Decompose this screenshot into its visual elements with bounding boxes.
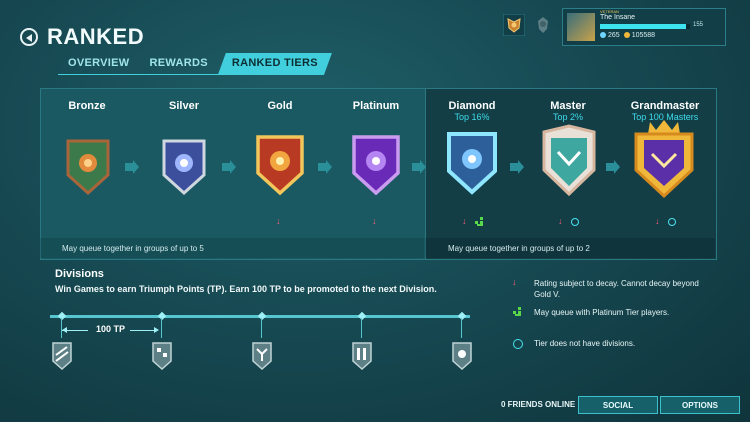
tier-sub-diamond: Top 16%: [454, 112, 490, 122]
decay-arrow-icon: ↓: [372, 216, 377, 226]
gems-count: 265: [608, 32, 620, 39]
chevron-right-icon: [125, 160, 139, 174]
legend-platinum-text: May queue with Platinum Tier players.: [534, 308, 670, 317]
tp-requirement-label: 100 TP: [96, 324, 126, 334]
division-i-badge-icon: [452, 342, 472, 371]
gold-count: 105588: [631, 32, 656, 39]
tier-name-grandmaster: Grandmaster: [630, 100, 700, 112]
master-tier-badge-icon: [542, 124, 596, 197]
gems-item: 265: [600, 32, 620, 39]
tab-overview[interactable]: OVERVIEW: [58, 53, 140, 75]
gem-icon: [600, 32, 606, 39]
tier-name-platinum: Platinum: [352, 100, 400, 112]
player-name: The Insane: [600, 14, 636, 21]
legend-no-divisions-text: Tier does not have divisions.: [534, 339, 636, 348]
no-divisions-ring-icon: [571, 218, 579, 226]
group-note-right: May queue together in groups of up to 2: [448, 244, 590, 253]
division-iii-badge-icon: [252, 342, 272, 371]
tier-name-gold: Gold: [267, 100, 293, 112]
legend-decay-text: Rating subject to decay. Cannot decay be…: [534, 279, 699, 299]
silver-tier-badge-icon: [162, 139, 206, 196]
chevron-right-icon: [606, 160, 620, 174]
legend-decay-icon: ↓: [512, 277, 517, 287]
social-button[interactable]: SOCIAL: [578, 396, 658, 414]
bronze-tier-badge-icon: [66, 139, 110, 196]
grandmaster-tier-badge-icon: [634, 120, 694, 199]
no-divisions-ring-icon: [668, 218, 676, 226]
gold-coin-icon: [623, 32, 630, 39]
decay-arrow-icon: ↓: [558, 216, 563, 226]
back-button[interactable]: [20, 28, 38, 46]
divisions-title: Divisions: [55, 268, 104, 280]
decay-arrow-icon: ↓: [462, 216, 467, 226]
divisions-description: Win Games to earn Triumph Points (TP). E…: [55, 284, 437, 294]
tier-name-master: Master: [550, 100, 586, 112]
tier-name-silver: Silver: [169, 100, 199, 112]
tab-bar: OVERVIEW REWARDS RANKED TIERS: [58, 53, 332, 75]
arrowhead-right-icon: [154, 327, 159, 333]
tier-sub-master: Top 2%: [552, 112, 584, 122]
legend-platinum-queue-icon: [513, 307, 521, 316]
chevron-right-icon: [318, 160, 332, 174]
division-v-badge-icon: [52, 342, 72, 371]
division-node: [157, 311, 167, 321]
tier-name-diamond: Diamond: [448, 100, 496, 112]
currency-row: 265 105588: [600, 32, 655, 39]
division-stem: [261, 318, 262, 338]
tab-rewards[interactable]: REWARDS: [140, 53, 218, 75]
division-stem: [161, 318, 162, 338]
chevron-right-icon: [510, 160, 524, 174]
xp-bar: [600, 24, 690, 29]
division-iv-badge-icon: [152, 342, 172, 371]
group-note-left: May queue together in groups of up to 5: [62, 244, 204, 253]
ranked-emblem-icon[interactable]: [503, 14, 525, 36]
champion-crest-icon[interactable]: [532, 14, 554, 36]
chevron-right-icon: [222, 160, 236, 174]
tp-arrow-right: [130, 330, 156, 331]
tab-ranked-tiers[interactable]: RANKED TIERS: [218, 53, 332, 75]
division-node: [257, 311, 267, 321]
player-level: 155: [693, 22, 704, 28]
decay-arrow-icon: ↓: [276, 216, 281, 226]
arrowhead-left-icon: [62, 327, 67, 333]
page-title: RANKED: [47, 24, 145, 49]
division-stem: [461, 318, 462, 338]
tab-underline: [58, 74, 300, 75]
tier-name-bronze: Bronze: [68, 100, 106, 112]
division-node: [357, 311, 367, 321]
division-node: [457, 311, 467, 321]
options-button[interactable]: OPTIONS: [660, 396, 740, 414]
division-node: [57, 311, 67, 321]
xp-bar-fill: [600, 24, 686, 29]
gold-tier-badge-icon: [256, 135, 304, 196]
player-profile-card[interactable]: VETERAN The Insane 155 265 105588: [562, 8, 726, 46]
division-stem: [361, 318, 362, 338]
legend-no-divisions-icon: [513, 339, 523, 349]
diamond-tier-badge-icon: [447, 132, 497, 195]
platinum-tier-badge-icon: [352, 135, 400, 196]
division-ii-badge-icon: [352, 342, 372, 371]
platinum-queue-icon: [475, 217, 483, 226]
gold-item: 105588: [623, 32, 656, 39]
chevron-right-icon: [412, 160, 426, 174]
friends-online-count[interactable]: 0 FRIENDS ONLINE: [501, 400, 575, 409]
avatar: [567, 13, 595, 41]
decay-arrow-icon: ↓: [655, 216, 660, 226]
